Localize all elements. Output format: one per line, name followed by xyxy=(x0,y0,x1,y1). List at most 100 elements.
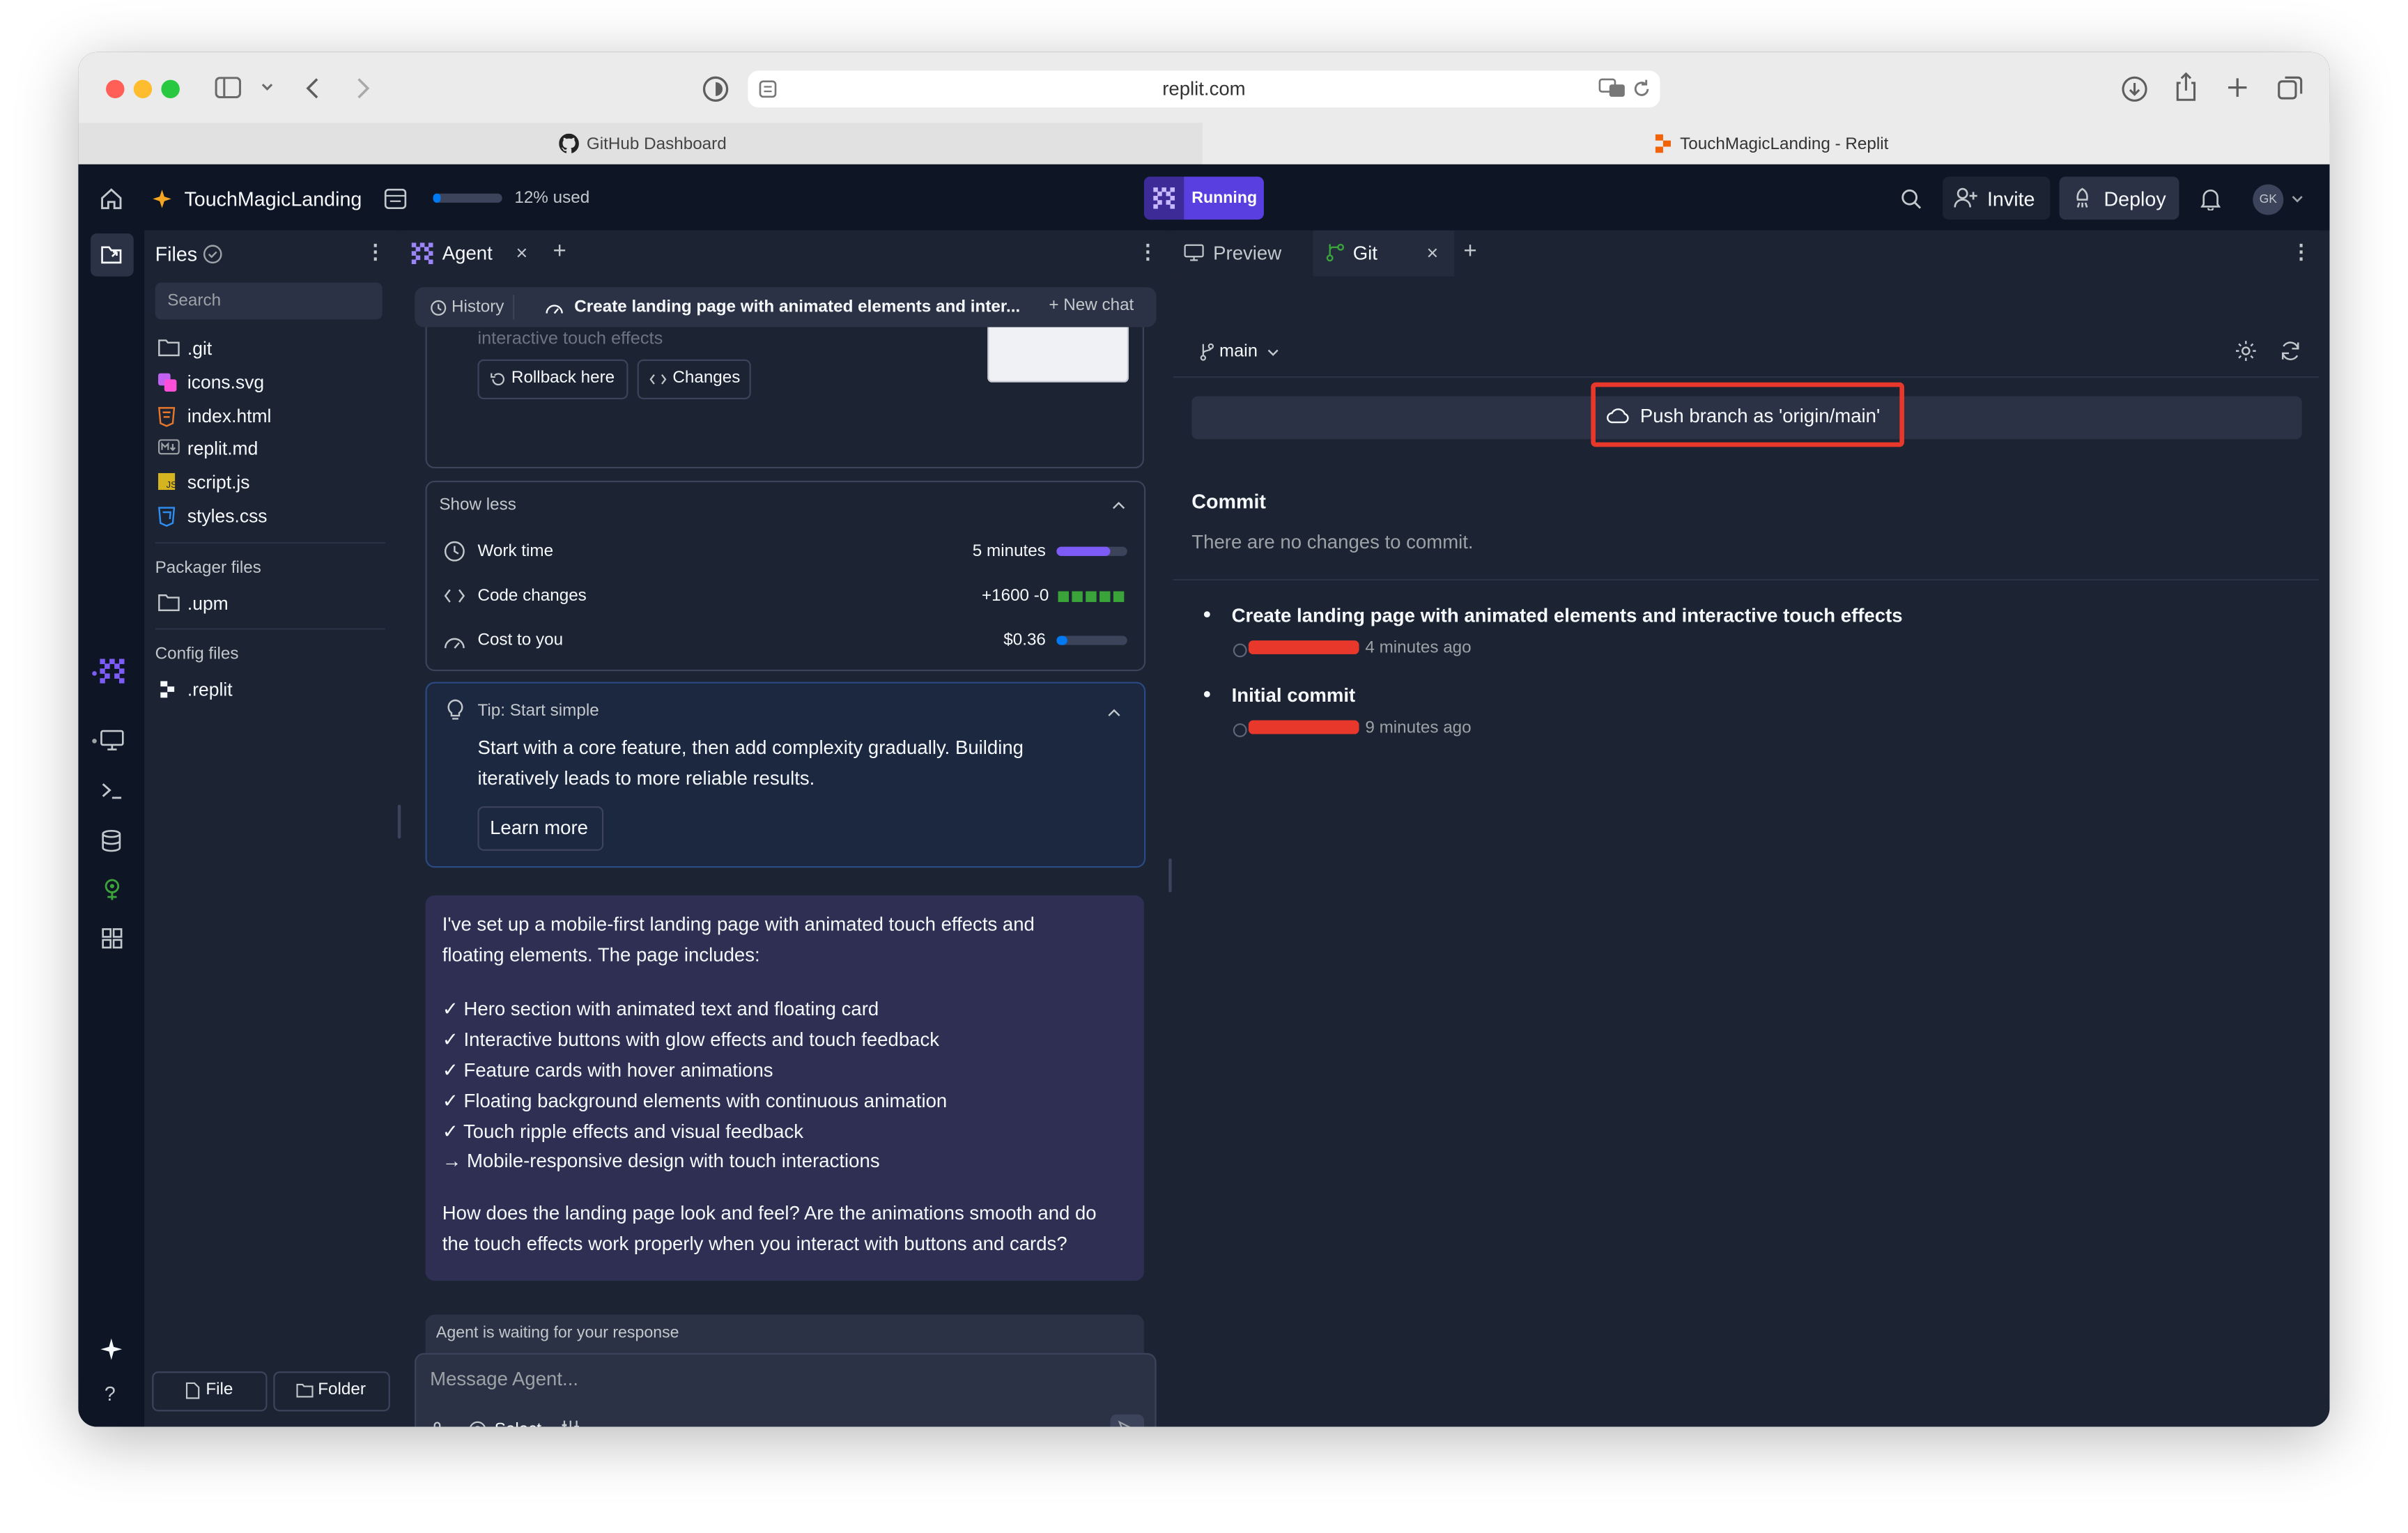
history-button[interactable]: History xyxy=(452,298,504,316)
git-branch-icon xyxy=(1325,242,1345,263)
author-avatar xyxy=(1233,723,1247,737)
usage-icon[interactable] xyxy=(384,187,407,210)
branch-selector[interactable]: main xyxy=(1219,342,1258,360)
chevron-up-icon[interactable] xyxy=(1107,708,1121,717)
translate-icon[interactable] xyxy=(1598,78,1626,98)
file-item-label: script.js xyxy=(187,472,250,493)
ai-sparkle-icon[interactable] xyxy=(100,1338,123,1361)
tab-overview-icon[interactable] xyxy=(2278,75,2303,101)
chevron-down-icon[interactable] xyxy=(2291,195,2303,203)
screenshot-thumbnail[interactable] xyxy=(987,327,1129,383)
new-tab-icon[interactable] xyxy=(2227,77,2248,98)
file-item[interactable]: replit.md xyxy=(155,436,386,466)
replit-file-icon xyxy=(160,680,176,698)
close-window-button[interactable] xyxy=(106,79,125,99)
tab-agent[interactable]: Agent xyxy=(442,242,493,264)
chevron-up-icon[interactable] xyxy=(1112,501,1126,510)
file-item[interactable]: JS script.js xyxy=(155,469,386,500)
stat-work-time-label: Work time xyxy=(477,542,554,561)
agent-tool-icon[interactable] xyxy=(100,658,125,684)
files-icon xyxy=(100,242,124,267)
git-menu-icon[interactable]: ⋮ xyxy=(2291,240,2311,264)
divider xyxy=(513,295,515,320)
sidebar-toggle-icon[interactable] xyxy=(215,77,242,99)
new-chat-button[interactable]: + New chat xyxy=(1049,296,1134,314)
preview-dot xyxy=(92,739,97,744)
js-file-icon: JS xyxy=(158,473,176,491)
rollback-label: Rollback here xyxy=(511,368,615,387)
files-sync-icon xyxy=(203,244,223,264)
tip-line: iteratively leads to more reliable resul… xyxy=(477,768,815,789)
commit-item[interactable]: Initial commit 9 minutes ago xyxy=(1191,677,2297,748)
resize-handle[interactable] xyxy=(1168,858,1172,893)
file-item[interactable]: icons.svg xyxy=(155,369,386,399)
folder-icon xyxy=(158,339,180,357)
chevron-down-icon[interactable] xyxy=(1267,348,1279,356)
html-file-icon xyxy=(158,406,176,426)
target-icon xyxy=(468,1421,486,1427)
no-changes-text: There are no changes to commit. xyxy=(1191,531,1474,553)
cloud-icon xyxy=(1606,407,1629,424)
agent-menu-icon[interactable]: ⋮ xyxy=(1138,240,1158,264)
share-icon[interactable] xyxy=(2175,72,2198,103)
deploy-label: Deploy xyxy=(2104,187,2166,210)
reload-icon[interactable] xyxy=(1633,78,1651,98)
gear-icon[interactable] xyxy=(2235,339,2258,362)
sliders-icon[interactable] xyxy=(560,1419,580,1427)
help-icon[interactable]: ? xyxy=(105,1382,116,1405)
git-tool-icon[interactable] xyxy=(101,879,123,902)
attach-icon[interactable] xyxy=(431,1421,445,1427)
bell-icon[interactable] xyxy=(2200,187,2221,210)
message-line: ✓ Hero section with animated text and fl… xyxy=(442,998,879,1020)
add-tab-icon[interactable]: + xyxy=(1463,238,1476,264)
shell-icon[interactable] xyxy=(101,782,123,800)
close-tab-icon[interactable]: × xyxy=(1427,241,1439,264)
privacy-report-icon[interactable] xyxy=(702,75,730,103)
search-icon[interactable] xyxy=(1901,189,1922,209)
file-item[interactable]: index.html xyxy=(155,402,386,433)
divider xyxy=(155,542,386,544)
new-folder-label: Folder xyxy=(318,1380,366,1399)
preview-tool-icon[interactable] xyxy=(100,730,124,751)
file-item[interactable]: .git xyxy=(155,334,386,365)
file-item-label: icons.svg xyxy=(187,371,265,393)
file-item-upm[interactable]: .upm xyxy=(187,593,229,615)
commit-item[interactable]: Create landing page with animated elemen… xyxy=(1191,597,2297,668)
forward-icon[interactable] xyxy=(356,77,370,100)
select-button[interactable]: Select xyxy=(495,1421,541,1427)
chevron-down-icon[interactable] xyxy=(261,83,274,92)
replit-icon xyxy=(1654,134,1672,154)
files-menu-icon[interactable]: ⋮ xyxy=(366,240,386,264)
database-icon[interactable] xyxy=(101,829,121,852)
github-icon xyxy=(559,133,579,154)
zoom-window-button[interactable] xyxy=(161,79,180,99)
checkpoint-partial-text: interactive touch effects xyxy=(477,330,663,349)
show-less-toggle[interactable]: Show less xyxy=(439,496,516,514)
project-name[interactable]: TouchMagicLanding xyxy=(184,187,362,210)
minimize-window-button[interactable] xyxy=(133,79,153,99)
file-item-replit[interactable]: .replit xyxy=(187,679,233,700)
chat-title[interactable]: Create landing page with animated elemen… xyxy=(574,298,1020,316)
preview-icon xyxy=(1184,244,1204,261)
agent-active-dot xyxy=(92,671,97,676)
home-icon[interactable] xyxy=(100,187,123,210)
usage-progress-fill xyxy=(433,193,442,203)
file-item[interactable]: styles.css xyxy=(155,502,386,533)
refresh-icon[interactable] xyxy=(2279,339,2302,362)
commit-heading: Commit xyxy=(1191,490,1266,514)
left-rail xyxy=(78,230,145,1427)
stat-work-time-value: 5 minutes xyxy=(972,542,1046,561)
all-tools-icon[interactable] xyxy=(101,927,123,949)
redacted-author xyxy=(1248,720,1359,734)
tab-preview[interactable]: Preview xyxy=(1213,242,1281,264)
downloads-icon[interactable] xyxy=(2121,75,2149,103)
checkpoint-card-clip: interactive touch effects Rollback here … xyxy=(425,327,1144,469)
new-chat-label: New chat xyxy=(1063,296,1134,315)
stat-code-changes-value: +1600 -0 xyxy=(981,586,1049,606)
back-icon[interactable] xyxy=(306,77,320,100)
message-line: ✓ Feature cards with hover animations xyxy=(442,1059,773,1081)
resize-handle[interactable] xyxy=(397,804,401,839)
invite-label: Invite xyxy=(1986,187,2035,210)
close-tab-icon[interactable]: × xyxy=(516,241,528,264)
add-tab-icon[interactable]: + xyxy=(553,238,566,264)
